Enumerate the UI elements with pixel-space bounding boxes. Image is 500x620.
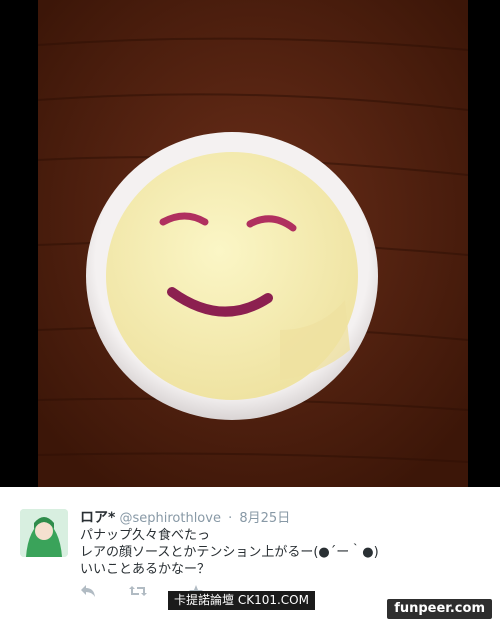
funpeer-watermark: funpeer.com <box>387 599 492 619</box>
reply-icon[interactable] <box>78 584 98 600</box>
tweet-card: ロア* @sephirothlove · 8月25日 パナップ久々食べたっ レア… <box>0 487 500 620</box>
avatar[interactable] <box>20 509 68 557</box>
tweet-line: レアの顔ソースとかテンション上がるー(●´ー｀●) <box>80 545 379 560</box>
avatar-image <box>20 509 68 557</box>
tweet-line: パナップ久々食べたっ <box>80 528 211 543</box>
separator: · <box>228 511 233 526</box>
tweet-line: いいことあるかなー？ <box>80 562 211 577</box>
ice-cream-photo <box>0 0 500 487</box>
tweet-date[interactable]: 8月25日 <box>239 511 290 526</box>
tweet-header: ロア* @sephirothlove · 8月25日 <box>80 507 290 527</box>
ck101-watermark: 卡提諾論壇 CK101.COM <box>168 591 315 610</box>
display-name[interactable]: ロア* <box>80 510 115 526</box>
photo <box>0 0 500 487</box>
username[interactable]: @sephirothlove <box>119 511 220 526</box>
tweet-text: パナップ久々食べたっ レアの顔ソースとかテンション上がるー(●´ー｀●) いいこ… <box>80 527 379 578</box>
retweet-icon[interactable] <box>128 584 148 600</box>
